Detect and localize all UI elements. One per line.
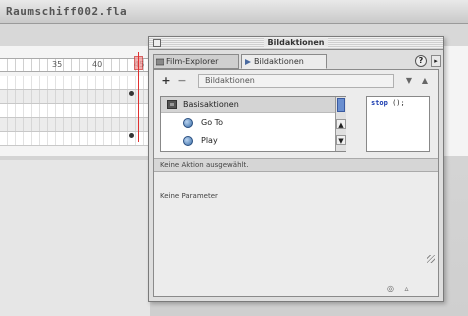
ruler-number: 35: [52, 60, 63, 69]
scroll-down-arrow-icon[interactable]: ▼: [336, 135, 346, 145]
list-item-label: Play: [201, 136, 218, 145]
panel-titlebar[interactable]: Bildaktionen: [149, 37, 443, 50]
script-pane[interactable]: stop ();: [366, 96, 430, 152]
list-item-basic-actions[interactable]: Basisaktionen: [161, 97, 335, 113]
category-dropdown[interactable]: Bildaktionen: [198, 74, 394, 88]
panel-body: + − Bildaktionen ▼ ▲ Basisaktionen Go To…: [153, 69, 439, 297]
scroll-up-arrow-icon[interactable]: ▲: [336, 119, 346, 129]
actions-toolbar: + − Bildaktionen ▼ ▲: [160, 74, 432, 88]
actions-icon: [245, 59, 251, 65]
keyframe-dot[interactable]: [129, 91, 134, 96]
timeline-layer-row[interactable]: [0, 90, 150, 104]
tab-frame-actions[interactable]: Bildaktionen: [241, 54, 327, 69]
list-item-goto[interactable]: Go To: [161, 115, 335, 131]
remove-action-button[interactable]: −: [176, 74, 188, 88]
scroll-thumb[interactable]: [337, 98, 345, 112]
list-item-label: Basisaktionen: [183, 100, 239, 109]
actions-toolbox-list[interactable]: Basisaktionen Go To Play ▲ ▼: [160, 96, 346, 152]
document-title: Raumschiff002.fla: [6, 5, 128, 18]
playhead-line: [138, 52, 139, 142]
panel-tabs: Film-Explorer Bildaktionen: [153, 54, 439, 69]
folder-icon: [167, 100, 177, 109]
list-scrollbar[interactable]: ▲ ▼: [335, 97, 346, 151]
timeline-layer-row[interactable]: [0, 118, 150, 132]
script-rest: ();: [387, 99, 405, 107]
script-line[interactable]: stop ();: [371, 99, 405, 107]
timeline-ruler[interactable]: [0, 58, 150, 72]
target-icon[interactable]: ◎: [386, 284, 395, 293]
tab-label: Film-Explorer: [166, 57, 219, 66]
list-item-play[interactable]: Play: [161, 133, 335, 149]
move-up-button[interactable]: ▲: [418, 74, 432, 88]
panel-title: Bildaktionen: [149, 38, 443, 47]
timeline-layer-row[interactable]: [0, 132, 150, 146]
timeline-layer-row[interactable]: [0, 76, 150, 90]
panel-menu-icon[interactable]: ▸: [431, 55, 441, 67]
stage-area: [0, 160, 150, 316]
list-item-label: Go To: [201, 118, 224, 127]
tab-label: Bildaktionen: [254, 57, 304, 66]
action-icon: [183, 118, 193, 128]
add-action-button[interactable]: +: [160, 74, 172, 88]
move-down-button[interactable]: ▼: [402, 74, 416, 88]
status-bar: Keine Aktion ausgewählt.: [154, 158, 438, 172]
script-keyword: stop: [371, 99, 388, 107]
parameters-text: Keine Parameter: [160, 192, 218, 200]
ruler-number: 40: [92, 60, 103, 69]
collapse-icon[interactable]: ▵: [402, 284, 411, 293]
keyframe-dot[interactable]: [129, 133, 134, 138]
frame-actions-panel: Bildaktionen Film-Explorer Bildaktionen …: [148, 36, 444, 302]
film-explorer-icon: [156, 58, 164, 66]
tab-film-explorer[interactable]: Film-Explorer: [153, 54, 239, 69]
help-icon[interactable]: ?: [415, 55, 427, 67]
action-icon: [183, 136, 193, 146]
bottom-toolbar: ◎ ▵: [386, 284, 436, 294]
document-titlebar[interactable]: Raumschiff002.fla: [0, 0, 468, 24]
resize-grip-icon[interactable]: [427, 255, 435, 263]
timeline-layer-row[interactable]: [0, 104, 150, 118]
